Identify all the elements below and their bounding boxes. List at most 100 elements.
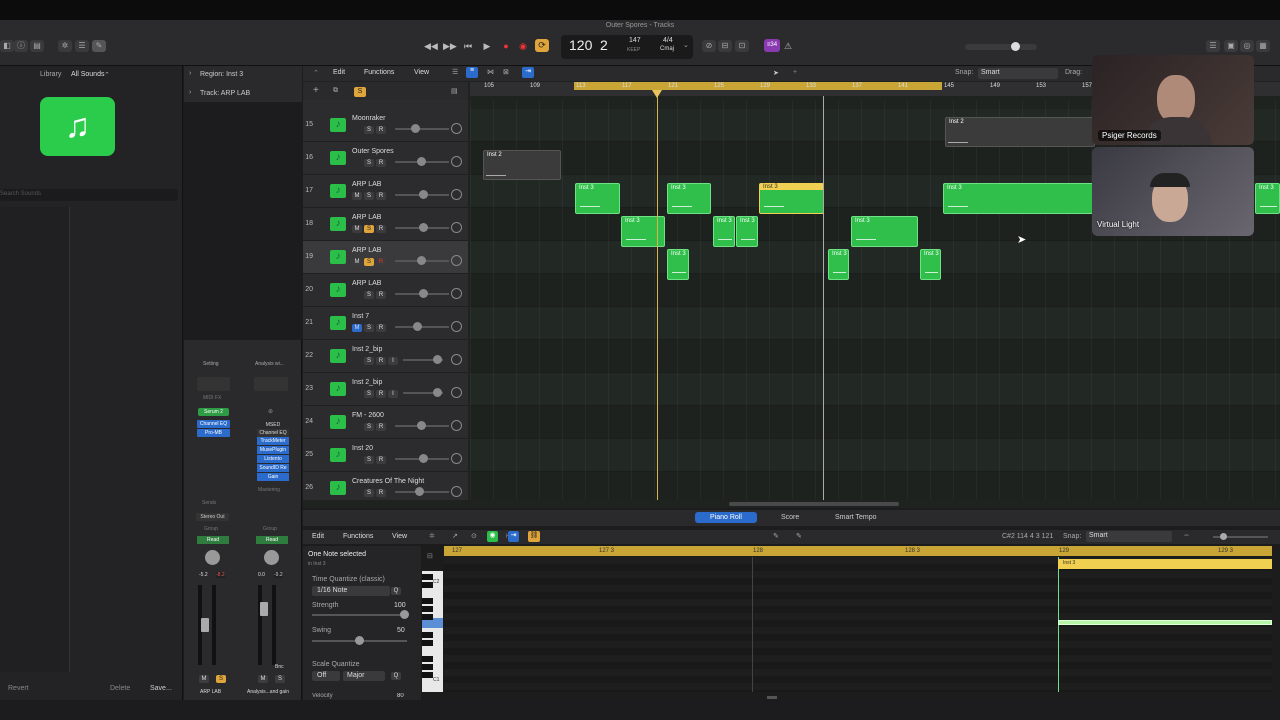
pr-functions-menu[interactable]: Functions xyxy=(343,533,373,540)
strip1-name[interactable]: ARP LAB xyxy=(200,689,221,695)
strip2-plugin[interactable]: MSED xyxy=(257,421,289,429)
record-enable-button[interactable]: R xyxy=(376,489,386,497)
metronome-icon[interactable]: ⚠ xyxy=(783,40,793,52)
strip1-midifx[interactable]: MIDI FX xyxy=(203,395,221,401)
black-key[interactable] xyxy=(422,632,433,638)
scale-off-select[interactable]: Off xyxy=(312,671,340,681)
record-enable-button[interactable]: R xyxy=(376,324,386,332)
tab-piano-roll[interactable]: Piano Roll xyxy=(695,512,757,523)
tracks-functions-menu[interactable]: Functions xyxy=(364,69,394,76)
track-header[interactable]: 22 ♪ Inst 2_bip SRI xyxy=(303,340,468,373)
volume-knob[interactable] xyxy=(419,190,428,199)
capture-record-icon[interactable]: ◉ xyxy=(517,40,529,52)
midi-note[interactable] xyxy=(1058,620,1272,625)
midi-region[interactable]: Inst 3 xyxy=(943,183,1093,214)
pr-snap-select[interactable]: Smart xyxy=(1086,531,1172,542)
strip1-automation[interactable]: Read xyxy=(197,536,229,544)
editors-icon[interactable]: ✎ xyxy=(92,40,106,52)
strip2-plugin[interactable]: SoundID Re xyxy=(257,464,289,472)
pan-knob[interactable] xyxy=(451,486,462,497)
tracks-edit-menu[interactable]: Edit xyxy=(333,69,345,76)
volume-slider[interactable] xyxy=(395,421,449,430)
lcd-chevron-icon[interactable]: ⌄ xyxy=(683,41,689,49)
volume-slider[interactable] xyxy=(395,322,449,331)
midi-draw-icon[interactable]: ◉ xyxy=(487,531,498,542)
track-inspector[interactable]: Track: ARP LAB xyxy=(200,90,250,97)
solo-button[interactable]: S xyxy=(364,192,374,200)
quantize-select[interactable]: 1/16 Note xyxy=(312,586,390,596)
strip1-pan-knob[interactable] xyxy=(205,550,220,565)
volume-knob[interactable] xyxy=(417,421,426,430)
strip1-group[interactable]: Group xyxy=(204,526,218,532)
mute-button[interactable]: M xyxy=(352,258,362,266)
swing-slider[interactable] xyxy=(312,636,407,645)
pan-knob[interactable] xyxy=(451,255,462,266)
track-name[interactable]: Inst 20 xyxy=(352,445,373,452)
play-icon[interactable]: ▶ xyxy=(481,40,493,52)
midi-in-icon[interactable]: ✲ xyxy=(429,532,435,540)
record-enable-button[interactable]: R xyxy=(376,423,386,431)
pan-knob[interactable] xyxy=(451,222,462,233)
swing-knob[interactable] xyxy=(355,636,364,645)
info-icon[interactable]: ⓘ xyxy=(14,40,28,52)
volume-knob[interactable] xyxy=(417,157,426,166)
volume-slider[interactable] xyxy=(395,289,449,298)
midi-region[interactable]: Inst 3 xyxy=(667,249,689,280)
strip1-fader[interactable] xyxy=(201,618,209,632)
pencil-tool-icon[interactable]: ✎ xyxy=(773,532,779,540)
volume-slider[interactable] xyxy=(395,256,449,265)
track-lane[interactable] xyxy=(470,340,1280,373)
track-name[interactable]: ARP LAB xyxy=(352,280,381,287)
volume-knob[interactable] xyxy=(419,454,428,463)
track-name[interactable]: ARP LAB xyxy=(352,214,381,221)
black-key[interactable] xyxy=(422,640,433,646)
search-field[interactable]: Search Sounds xyxy=(0,189,178,201)
solo-button[interactable]: S xyxy=(364,159,374,167)
track-header[interactable]: 19 ♪ ARP LAB MSR xyxy=(303,241,468,274)
lcd-display[interactable]: 120 2 147 KEEP 4/4 Cmaj ⌄ xyxy=(561,35,693,59)
add-track-icon[interactable]: + xyxy=(313,85,319,96)
track-name[interactable]: Moonraker xyxy=(352,115,385,122)
track-header[interactable]: 25 ♪ Inst 20 SR xyxy=(303,439,468,472)
scale-type-select[interactable]: Major xyxy=(343,671,385,681)
solo-button[interactable]: S xyxy=(364,456,374,464)
tracks-view-menu[interactable]: View xyxy=(414,69,429,76)
volume-slider[interactable] xyxy=(403,355,443,364)
volume-slider[interactable] xyxy=(395,223,449,232)
mixer-icon[interactable]: ☰ xyxy=(75,40,89,52)
strip1-mute-button[interactable]: M xyxy=(199,675,209,683)
record-icon[interactable]: ● xyxy=(500,40,512,52)
track-name[interactable]: Inst 2_bip xyxy=(352,379,382,386)
strip2-solo-button[interactable]: S xyxy=(275,675,285,683)
browser-icon[interactable]: ▦ xyxy=(1256,40,1270,52)
pan-knob[interactable] xyxy=(451,420,462,431)
chevron-updown-icon[interactable]: ⌃ xyxy=(104,71,110,79)
cycle-icon[interactable]: ⟳ xyxy=(535,39,549,52)
record-enable-button[interactable]: R xyxy=(376,258,386,266)
solo-button[interactable]: S xyxy=(364,489,374,497)
black-key[interactable] xyxy=(422,582,433,588)
flex-icon[interactable]: ≡ xyxy=(466,67,478,78)
solo-button[interactable]: S xyxy=(364,291,374,299)
track-lane[interactable] xyxy=(470,274,1280,307)
rewind-icon[interactable]: ◀◀ xyxy=(424,40,438,52)
track-header[interactable]: 17 ♪ ARP LAB MSR xyxy=(303,175,468,208)
black-key[interactable] xyxy=(422,672,433,678)
strip2-plugin[interactable]: TrackMeter xyxy=(257,437,289,445)
pr-edit-menu[interactable]: Edit xyxy=(312,533,324,540)
volume-slider[interactable] xyxy=(395,157,449,166)
midi-region[interactable]: Inst 2 xyxy=(483,150,561,180)
strip2-mute-button[interactable]: M xyxy=(258,675,268,683)
mute-button[interactable]: M xyxy=(352,225,362,233)
pencil-line-icon[interactable]: ↗ xyxy=(452,532,458,540)
disclosure-icon[interactable]: › xyxy=(189,70,191,77)
strength-slider[interactable] xyxy=(312,610,409,619)
notepad-icon[interactable]: ▣ xyxy=(1224,40,1238,52)
strip2-plugin[interactable]: Gain xyxy=(257,473,289,481)
strength-knob[interactable] xyxy=(400,610,409,619)
strip2-eq-display[interactable] xyxy=(254,377,288,391)
strip2-group[interactable]: Group xyxy=(263,526,277,532)
midi-region[interactable]: Inst 3 xyxy=(621,216,665,247)
black-key[interactable] xyxy=(422,614,433,620)
record-enable-button[interactable]: R xyxy=(376,126,386,134)
